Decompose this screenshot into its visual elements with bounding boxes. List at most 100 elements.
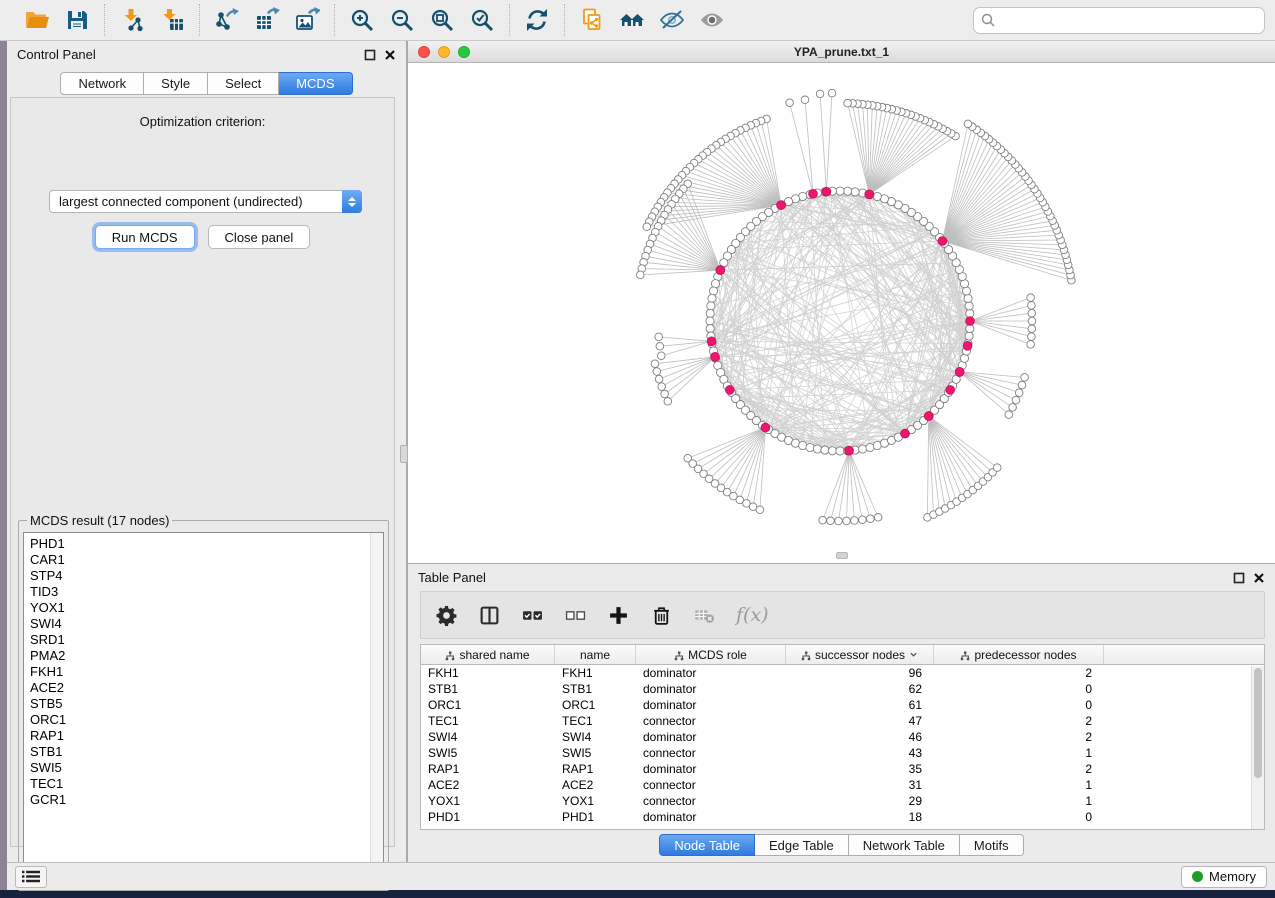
import-network-button[interactable] <box>117 5 147 35</box>
select-all-check-button[interactable] <box>521 603 545 627</box>
cell-name: TEC1 <box>555 714 636 728</box>
control-panel-title: Control Panel <box>17 47 96 62</box>
table-scrollbar[interactable] <box>1251 666 1264 830</box>
desktop-edge-bottom <box>0 890 1275 898</box>
deselect-all-check-button[interactable] <box>564 603 588 627</box>
run-mcds-button[interactable]: Run MCDS <box>95 225 195 249</box>
horizontal-splitter-grip[interactable] <box>836 552 848 559</box>
table-row[interactable]: SWI4SWI4dominator462 <box>421 729 1264 745</box>
tab-network[interactable]: Network <box>60 72 144 95</box>
window-minimize-light[interactable] <box>438 46 450 58</box>
export-image-button[interactable] <box>292 5 322 35</box>
hide-selected-button[interactable] <box>657 5 687 35</box>
mcds-result-item[interactable]: ACE2 <box>30 680 383 696</box>
refresh-button[interactable] <box>522 5 552 35</box>
zoom-fit-button[interactable] <box>427 5 457 35</box>
table-settings-button[interactable] <box>435 603 459 627</box>
mcds-result-item[interactable]: FKH1 <box>30 664 383 680</box>
cell-shared-name: STB1 <box>421 682 555 696</box>
window-zoom-light[interactable] <box>458 46 470 58</box>
column-header-predecessor-nodes[interactable]: predecessor nodes <box>934 645 1104 664</box>
cell-shared-name: SWI4 <box>421 730 555 744</box>
optimization-criterion-label: Optimization criterion: <box>11 114 394 129</box>
show-columns-button[interactable] <box>478 603 502 627</box>
network-graph <box>408 64 1275 562</box>
tab-node-table[interactable]: Node Table <box>659 834 755 856</box>
clone-network-button[interactable] <box>577 5 607 35</box>
mcds-result-item[interactable]: STP4 <box>30 568 383 584</box>
close-panel-icon[interactable] <box>384 48 396 60</box>
export-network-button[interactable] <box>212 5 242 35</box>
column-header-shared-name[interactable]: shared name <box>421 645 555 664</box>
tab-mcds[interactable]: MCDS <box>279 72 352 95</box>
table-row[interactable]: PHD1PHD1dominator180 <box>421 809 1264 825</box>
mcds-result-item[interactable]: SRD1 <box>30 632 383 648</box>
tab-select[interactable]: Select <box>208 72 279 95</box>
table-row[interactable]: ORC1ORC1dominator610 <box>421 697 1264 713</box>
column-header-name[interactable]: name <box>555 645 636 664</box>
result-list-scrollbar[interactable] <box>370 533 383 885</box>
tab-edge-table[interactable]: Edge Table <box>755 834 849 856</box>
status-bar: Memory <box>7 862 1275 890</box>
table-row[interactable]: TEC1TEC1connector472 <box>421 713 1264 729</box>
table-row[interactable]: RAP1RAP1dominator352 <box>421 761 1264 777</box>
panel-menu-button[interactable] <box>15 866 47 888</box>
table-panel: Table Panel f(x) shared namenameMCDS rol… <box>406 563 1275 862</box>
table-row[interactable]: STB1STB1dominator620 <box>421 681 1264 697</box>
mcds-result-item[interactable]: YOX1 <box>30 600 383 616</box>
save-session-button[interactable] <box>62 5 92 35</box>
column-header-successor-nodes[interactable]: successor nodes <box>786 645 934 664</box>
search-input[interactable] <box>973 7 1265 34</box>
add-row-button[interactable] <box>607 603 631 627</box>
mcds-result-item[interactable]: GCR1 <box>30 792 383 808</box>
zoom-selected-button[interactable] <box>467 5 497 35</box>
mcds-result-item[interactable]: SWI4 <box>30 616 383 632</box>
mcds-result-item[interactable]: PHD1 <box>30 536 383 552</box>
table-scrollbar-thumb[interactable] <box>1254 668 1262 778</box>
satellite-nodes[interactable] <box>637 89 1076 525</box>
tab-motifs[interactable]: Motifs <box>960 834 1024 856</box>
first-neighbors-button[interactable] <box>617 5 647 35</box>
close-table-panel-icon[interactable] <box>1253 571 1265 583</box>
zoom-out-button[interactable] <box>387 5 417 35</box>
cell-predecessor-nodes: 0 <box>934 698 1104 712</box>
memory-button[interactable]: Memory <box>1181 866 1267 888</box>
table-row[interactable]: YOX1YOX1connector291 <box>421 793 1264 809</box>
close-panel-button[interactable]: Close panel <box>208 225 311 249</box>
table-row[interactable]: SWI5SWI5connector431 <box>421 745 1264 761</box>
vertical-splitter-grip[interactable] <box>400 445 408 463</box>
cell-name: SWI4 <box>555 730 636 744</box>
delete-row-button[interactable] <box>650 603 674 627</box>
zoom-in-button[interactable] <box>347 5 377 35</box>
mcds-result-item[interactable]: SWI5 <box>30 760 383 776</box>
table-row[interactable]: FKH1FKH1dominator962 <box>421 665 1264 681</box>
mcds-result-list[interactable]: PHD1CAR1STP4TID3YOX1SWI4SRD1PMA2FKH1ACE2… <box>23 532 384 886</box>
import-table-button[interactable] <box>157 5 187 35</box>
network-window-titlebar[interactable]: YPA_prune.txt_1 <box>408 41 1275 63</box>
float-table-panel-icon[interactable] <box>1233 571 1245 583</box>
tab-network-table[interactable]: Network Table <box>849 834 960 856</box>
apply-function-button: f(x) <box>736 604 769 626</box>
mcds-result-item[interactable]: ORC1 <box>30 712 383 728</box>
criterion-select[interactable]: largest connected component (undirected) <box>49 190 362 213</box>
mcds-result-item[interactable]: TEC1 <box>30 776 383 792</box>
export-table-button[interactable] <box>252 5 282 35</box>
table-row[interactable]: ACE2ACE2connector311 <box>421 777 1264 793</box>
tab-style[interactable]: Style <box>144 72 208 95</box>
mcds-result-item[interactable]: RAP1 <box>30 728 383 744</box>
cell-name: SWI5 <box>555 746 636 760</box>
mcds-result-item[interactable]: PMA2 <box>30 648 383 664</box>
open-file-button[interactable] <box>22 5 52 35</box>
cell-MCDS-role: connector <box>636 778 786 792</box>
window-close-light[interactable] <box>418 46 430 58</box>
show-all-button[interactable] <box>697 5 727 35</box>
float-panel-icon[interactable] <box>364 48 376 60</box>
mcds-result-item[interactable]: STB1 <box>30 744 383 760</box>
column-label: successor nodes <box>815 648 905 662</box>
column-header-MCDS-role[interactable]: MCDS role <box>636 645 786 664</box>
network-canvas[interactable] <box>408 64 1275 562</box>
mcds-result-item[interactable]: TID3 <box>30 584 383 600</box>
desktop-edge-left <box>0 41 7 890</box>
mcds-result-item[interactable]: STB5 <box>30 696 383 712</box>
mcds-result-item[interactable]: CAR1 <box>30 552 383 568</box>
